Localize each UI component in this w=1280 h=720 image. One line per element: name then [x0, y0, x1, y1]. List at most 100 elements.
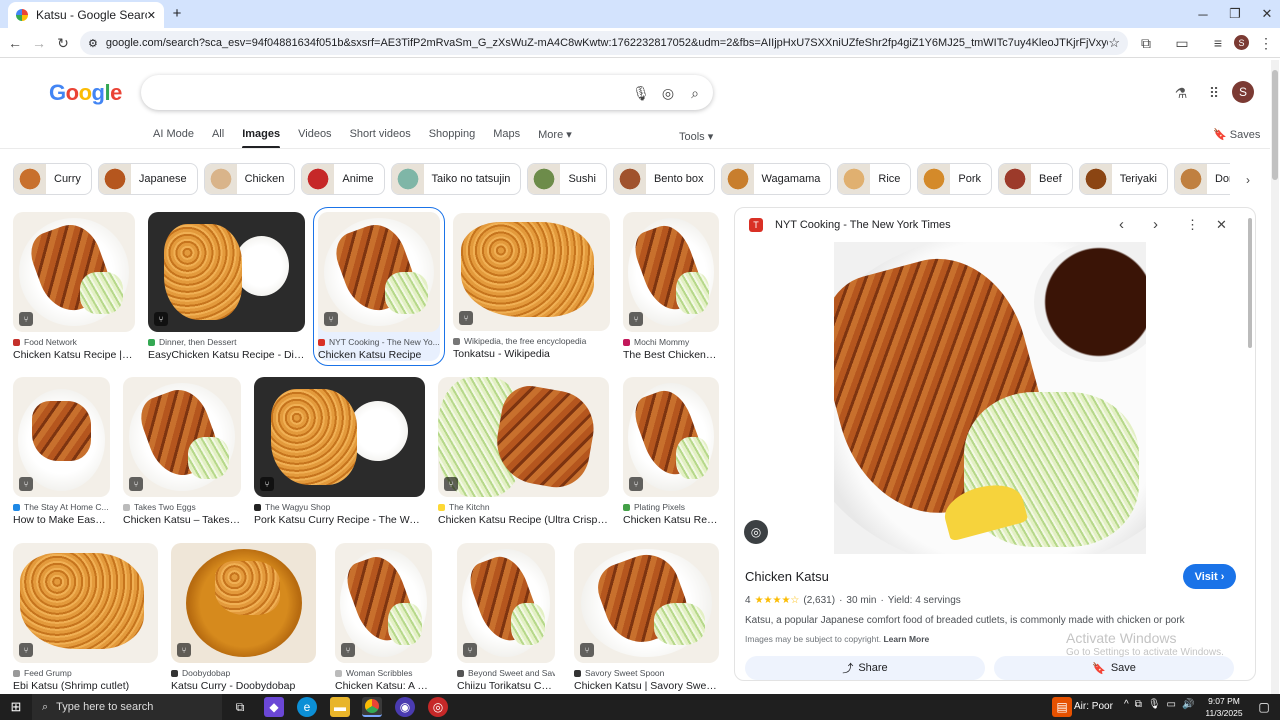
result-thumbnail[interactable]: ⑂	[623, 212, 719, 332]
image-result[interactable]: ⑂ Wikipedia, the free encyclopedia Tonkats…	[453, 213, 610, 360]
chip-japanese[interactable]: Japanese	[97, 163, 198, 195]
image-result[interactable]: ⑂ Plating Pixels Chicken Katsu Reci...	[623, 377, 719, 526]
extensions-icon[interactable]: ⧉	[1134, 28, 1158, 58]
tab-short-videos[interactable]: Short videos	[350, 128, 411, 149]
result-title[interactable]: EasyChicken Katsu Recipe - Dinne...	[148, 349, 305, 361]
result-title[interactable]: Chicken Katsu Recipe	[318, 349, 440, 361]
tab-shopping[interactable]: Shopping	[429, 128, 476, 149]
result-title[interactable]: Ebi Katsu (Shrimp cutlet)	[13, 680, 158, 692]
result-thumbnail[interactable]: ⑂	[318, 212, 440, 332]
result-thumbnail[interactable]: ⑂	[574, 543, 719, 663]
panel-scrollbar[interactable]	[1248, 210, 1254, 678]
menu-kebab-icon[interactable]: ⋮	[1254, 28, 1278, 58]
air-quality-text[interactable]: Air: Poor	[1074, 701, 1113, 712]
minimize-icon[interactable]: ─	[1186, 0, 1220, 28]
browser-tab[interactable]: Katsu - Google Search ✕	[8, 2, 164, 28]
result-title[interactable]: Pork Katsu Curry Recipe - The Wagyu...	[254, 514, 425, 526]
obs-icon[interactable]: ◎	[428, 697, 448, 717]
taskbar-search[interactable]: ⌕ Type here to search	[32, 694, 222, 720]
save-button[interactable]: 🔖 Save	[994, 656, 1234, 680]
site-info-icon[interactable]: ⚙	[88, 37, 98, 50]
result-title[interactable]: Tonkatsu - Wikipedia	[453, 348, 610, 360]
image-result[interactable]: ⑂ Savory Sweet Spoon Chicken Katsu | Savor…	[574, 543, 719, 692]
task-view-icon[interactable]: ⧉	[230, 697, 250, 717]
chip-beef[interactable]: Beef	[998, 163, 1073, 195]
cast-icon[interactable]: ▭	[1170, 28, 1194, 58]
result-thumbnail[interactable]: ⑂	[13, 543, 158, 663]
result-title[interactable]: The Best Chicken K...	[623, 349, 719, 361]
back-icon[interactable]: ←	[3, 28, 27, 58]
notification-icon[interactable]: ▢	[1254, 697, 1274, 717]
volume-icon[interactable]: 🔊	[1182, 699, 1194, 710]
panel-more-icon[interactable]: ⋮	[1186, 217, 1199, 233]
google-logo[interactable]: Google	[49, 80, 122, 106]
result-title[interactable]: Katsu Curry - Doobydobap	[171, 680, 316, 692]
image-result[interactable]: ⑂ Dinner, then Dessert EasyChicken Katsu R…	[148, 212, 305, 361]
result-title[interactable]: Chicken Katsu | Savory Sweet ...	[574, 680, 719, 692]
tray-app-icon[interactable]: ⧉	[1135, 699, 1142, 710]
chip-curry[interactable]: Curry	[13, 163, 92, 195]
tab-close-icon[interactable]: ✕	[147, 9, 156, 22]
reading-list-icon[interactable]: ≡	[1206, 28, 1230, 58]
panel-prev-icon[interactable]: ‹	[1119, 216, 1124, 233]
image-result[interactable]: ⑂ NYT Cooking - The New Yo... Chicken Kats…	[313, 207, 445, 366]
search-icon[interactable]: ⌕	[686, 84, 704, 102]
chip-anime[interactable]: Anime	[301, 163, 385, 195]
tab-all[interactable]: All	[212, 128, 224, 149]
lens-icon[interactable]: ◎	[659, 84, 677, 102]
copilot-icon[interactable]: ◆	[264, 697, 284, 717]
panel-title[interactable]: Chicken Katsu	[745, 569, 829, 584]
windows-start-icon[interactable]: ⊞	[6, 697, 26, 717]
tab-more[interactable]: More ▾	[538, 128, 572, 149]
window-close-icon[interactable]: ✕	[1250, 0, 1280, 28]
search-input[interactable]	[141, 75, 713, 110]
file-explorer-icon[interactable]: ▬	[330, 697, 350, 717]
result-thumbnail[interactable]: ⑂	[13, 212, 135, 332]
reload-icon[interactable]: ↻	[51, 28, 75, 58]
chip-donburi[interactable]: Donburi	[1173, 163, 1230, 195]
restore-icon[interactable]: ❐	[1218, 0, 1252, 28]
chip-rice[interactable]: Rice	[837, 163, 912, 195]
app-icon[interactable]: ◉	[395, 697, 415, 717]
image-result[interactable]: ⑂ Mochi Mommy The Best Chicken K...	[623, 212, 719, 361]
tray-chevron-icon[interactable]: ^	[1124, 699, 1129, 710]
share-button[interactable]: ⤴ Share	[745, 656, 985, 680]
panel-next-icon[interactable]: ›	[1153, 216, 1158, 233]
image-result[interactable]: ⑂ The Wagyu Shop Pork Katsu Curry Recipe -…	[254, 377, 425, 526]
chip-bento-box[interactable]: Bento box	[612, 163, 715, 195]
result-title[interactable]: Chicken Katsu – Takes T...	[123, 514, 241, 526]
panel-hero-image[interactable]	[834, 242, 1146, 554]
bookmark-star-icon[interactable]: ☆	[1108, 35, 1120, 51]
chip-sushi[interactable]: Sushi	[527, 163, 607, 195]
image-result[interactable]: ⑂ Beyond Sweet and Savo... Chiizu Torikats…	[457, 543, 555, 692]
page-scroll-thumb[interactable]	[1272, 70, 1278, 180]
forward-icon[interactable]: →	[27, 28, 51, 58]
profile-avatar[interactable]: S	[1234, 35, 1249, 50]
tab-images[interactable]: Images	[242, 128, 280, 149]
result-title[interactable]: Chicken Katsu Recipe | F...	[13, 349, 135, 361]
result-title[interactable]: Chicken Katsu Recipe (Ultra Crispy ...	[438, 514, 609, 526]
result-thumbnail[interactable]: ⑂	[13, 377, 110, 497]
tools-button[interactable]: Tools ▾	[679, 130, 713, 143]
taskbar-clock[interactable]: 9:07 PM 11/3/2025	[1196, 695, 1252, 719]
result-thumbnail[interactable]: ⑂	[623, 377, 719, 497]
tab-videos[interactable]: Videos	[298, 128, 331, 149]
chip-wagamama[interactable]: Wagamama	[720, 163, 832, 195]
network-icon[interactable]: ▭	[1167, 699, 1176, 710]
result-title[interactable]: Chicken Katsu Reci...	[623, 514, 719, 526]
panel-source[interactable]: NYT Cooking - The New York Times	[775, 219, 951, 231]
chip-teriyaki[interactable]: Teriyaki	[1078, 163, 1168, 195]
result-title[interactable]: How to Make Easy ...	[13, 514, 110, 526]
image-result[interactable]: ⑂ Takes Two Eggs Chicken Katsu – Takes T..…	[123, 377, 241, 526]
new-tab-button[interactable]: +	[168, 3, 186, 23]
result-thumbnail[interactable]: ⑂	[453, 213, 610, 331]
lens-search-icon[interactable]: ◎	[744, 520, 768, 544]
result-thumbnail[interactable]: ⑂	[335, 543, 432, 663]
chevron-right-icon[interactable]: ›	[1238, 170, 1258, 190]
account-avatar[interactable]: S	[1232, 81, 1254, 103]
tab-maps[interactable]: Maps	[493, 128, 520, 149]
image-result[interactable]: ⑂ Food Network Chicken Katsu Recipe | F...	[13, 212, 135, 361]
labs-flask-icon[interactable]: ⚗	[1172, 84, 1190, 102]
result-thumbnail[interactable]: ⑂	[254, 377, 425, 497]
saves-button[interactable]: 🔖 Saves	[1213, 128, 1260, 141]
